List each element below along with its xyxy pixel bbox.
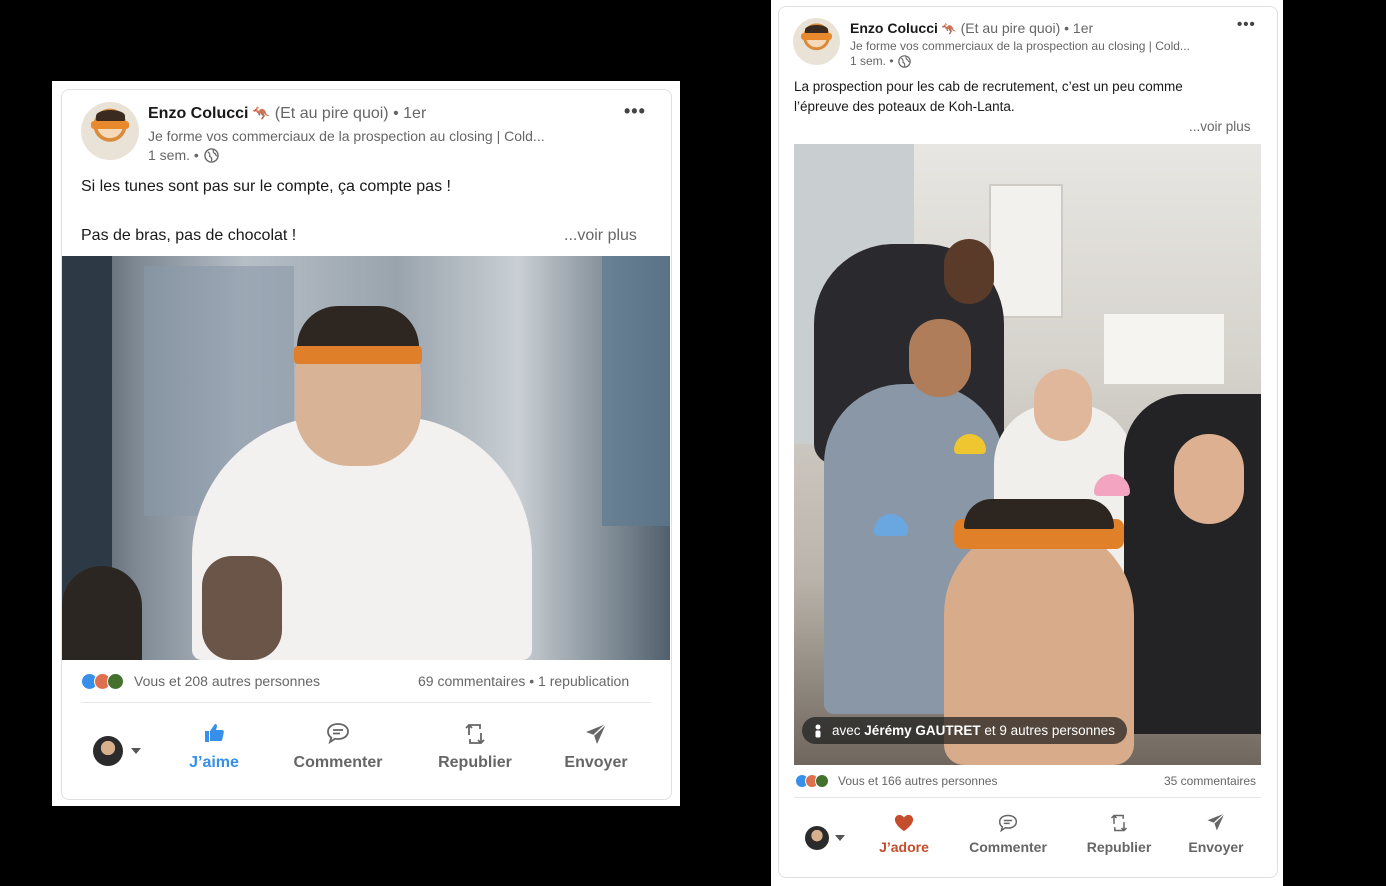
globe-icon — [897, 54, 911, 68]
repost-icon — [1110, 814, 1128, 832]
comment-button[interactable]: Commenter — [288, 721, 388, 772]
post-image[interactable] — [62, 256, 670, 660]
author-headline: Je forme vos commerciaux de la prospecti… — [148, 128, 545, 144]
send-label: Envoyer — [1188, 839, 1244, 855]
see-more-link[interactable]: ...voir plus — [564, 227, 637, 245]
globe-icon — [204, 147, 219, 163]
tagged-people-pill[interactable]: avec Jérémy GAUTRET et 9 autres personne… — [802, 717, 1127, 744]
love-label: J’adore — [879, 839, 929, 855]
support-reaction-icon — [815, 774, 829, 788]
comments-count[interactable]: 35 commentaires — [1164, 774, 1256, 788]
divider — [81, 702, 651, 703]
author-name[interactable]: Enzo Colucci 🦘 (Et au pire quoi) • 1er — [148, 105, 426, 123]
divider — [794, 797, 1261, 798]
like-button[interactable]: J’aime — [179, 721, 249, 772]
post-card-2: Enzo Colucci 🦘 (Et au pire quoi) • 1er J… — [771, 0, 1283, 886]
support-reaction-icon — [107, 673, 124, 690]
repost-button[interactable]: Republier — [430, 721, 520, 772]
heart-icon — [894, 814, 914, 832]
author-avatar[interactable] — [793, 18, 840, 65]
thumbs-up-icon — [205, 724, 224, 742]
send-icon — [1207, 813, 1225, 831]
send-icon — [586, 723, 607, 744]
more-options-icon[interactable]: ••• — [624, 101, 646, 122]
see-more-link[interactable]: ...voir plus — [1189, 119, 1251, 134]
person-icon — [815, 724, 821, 737]
reaction-icons[interactable] — [81, 673, 124, 690]
more-options-icon[interactable]: ••• — [1237, 16, 1256, 33]
reaction-icons[interactable] — [795, 774, 829, 788]
post-text-line-2: Pas de bras, pas de chocolat ! — [81, 227, 297, 244]
author-headline: Je forme vos commerciaux de la prospecti… — [850, 39, 1190, 53]
post-text-line-1: La prospection pour les cab de recruteme… — [794, 79, 1183, 94]
reactions-count[interactable]: Vous et 166 autres personnes — [838, 774, 997, 788]
post-time: 1 sem. • — [148, 147, 219, 163]
post-time: 1 sem. • — [850, 54, 911, 68]
author-avatar[interactable] — [81, 102, 139, 160]
repost-button[interactable]: Republier — [1079, 811, 1159, 855]
comment-label: Commenter — [969, 839, 1047, 855]
author-name[interactable]: Enzo Colucci 🦘 (Et au pire quoi) • 1er — [850, 20, 1093, 36]
post-text-line-2: l’épreuve des poteaux de Koh-Lanta. — [794, 99, 1015, 114]
comment-icon — [998, 814, 1018, 833]
post-card-1: Enzo Colucci 🦘 (Et au pire quoi) • 1er J… — [52, 81, 680, 806]
repost-label: Republier — [1086, 839, 1152, 855]
repost-label: Republier — [438, 754, 512, 771]
post-image[interactable] — [794, 144, 1261, 765]
comment-button[interactable]: Commenter — [963, 813, 1053, 855]
repost-icon — [465, 723, 485, 745]
love-button[interactable]: J’adore — [873, 813, 935, 855]
send-label: Envoyer — [564, 754, 628, 771]
post-text-line-1: Si les tunes sont pas sur le compte, ça … — [81, 178, 451, 195]
reactions-count[interactable]: Vous et 208 autres personnes — [134, 673, 320, 689]
chevron-down-icon[interactable] — [131, 748, 141, 754]
chevron-down-icon[interactable] — [835, 835, 845, 841]
comment-icon — [327, 723, 349, 745]
send-button[interactable]: Envoyer — [1181, 811, 1251, 855]
reactor-avatar[interactable] — [93, 736, 123, 766]
comments-count[interactable]: 69 commentaires • 1 republication — [418, 673, 629, 689]
reactor-avatar[interactable] — [805, 826, 829, 850]
send-button[interactable]: Envoyer — [556, 721, 636, 772]
comment-label: Commenter — [293, 754, 383, 771]
like-label: J’aime — [189, 754, 239, 771]
